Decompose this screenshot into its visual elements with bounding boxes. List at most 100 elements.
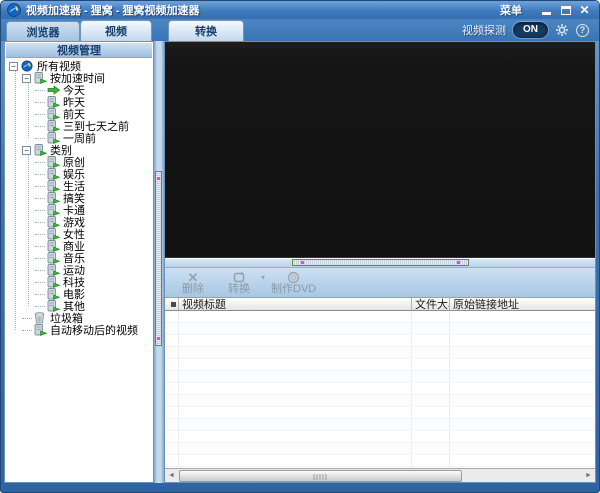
table-cell xyxy=(165,371,179,382)
scrollbar-track[interactable] xyxy=(178,470,582,482)
expander-minus-icon[interactable]: − xyxy=(22,146,31,155)
scroll-right-arrow-icon[interactable]: ► xyxy=(582,470,595,482)
table-row xyxy=(165,371,595,383)
scroll-left-arrow-icon[interactable]: ◄ xyxy=(165,470,178,482)
table-cell xyxy=(179,359,412,370)
convert-button[interactable]: 转换 xyxy=(219,268,259,297)
tab-browser[interactable]: 浏览器 xyxy=(6,21,80,41)
table-cell xyxy=(412,323,450,334)
tab-convert[interactable]: 转换 xyxy=(168,20,244,41)
tree-connector xyxy=(35,270,45,271)
tree-connector xyxy=(35,246,45,247)
sidebar-panel: 视频管理 −所有视频−按加速时间今天昨天前天三到七天之前一周前−类别原创娱乐生活… xyxy=(4,41,154,483)
tree-connector xyxy=(22,318,32,319)
scrollbar-thumb[interactable] xyxy=(179,470,462,482)
tree-item-label: 自动移动后的视频 xyxy=(48,322,138,338)
logo-icon xyxy=(21,60,35,72)
menu-button[interactable]: 菜单 xyxy=(500,2,522,18)
table-cell xyxy=(165,347,179,358)
tree-connector xyxy=(35,90,45,91)
table-cell xyxy=(450,323,595,334)
table-row xyxy=(165,359,595,371)
table-cell xyxy=(165,431,179,442)
table-cell xyxy=(165,395,179,406)
table-cell xyxy=(412,455,450,466)
table-row xyxy=(165,347,595,359)
maximize-button[interactable] xyxy=(557,3,574,17)
table-row xyxy=(165,443,595,455)
column-file-size[interactable]: 文件大小 xyxy=(412,298,450,310)
tab-video[interactable]: 视频 xyxy=(80,20,152,41)
table-cell xyxy=(165,383,179,394)
drive-icon xyxy=(47,180,61,192)
video-table-header: 视频标题 文件大小 原始链接地址 xyxy=(165,298,595,311)
tree-connector xyxy=(35,198,45,199)
make-dvd-label: 制作DVD xyxy=(271,284,316,295)
horizontal-splitter-handle[interactable] xyxy=(292,259,469,266)
tree-connector xyxy=(35,222,45,223)
table-cell xyxy=(165,359,179,370)
splitter-dot xyxy=(157,177,160,180)
table-cell xyxy=(179,419,412,430)
expander-minus-icon[interactable]: − xyxy=(22,74,31,83)
video-table-body xyxy=(165,311,595,468)
close-button[interactable]: ✕ xyxy=(576,3,593,17)
table-cell xyxy=(450,347,595,358)
gear-icon[interactable] xyxy=(555,23,569,37)
drive-icon xyxy=(47,252,61,264)
trash-icon xyxy=(34,312,48,324)
table-cell xyxy=(412,347,450,358)
make-dvd-button[interactable]: 制作DVD xyxy=(271,268,316,297)
table-cell xyxy=(450,335,595,346)
column-source-url[interactable]: 原始链接地址 xyxy=(450,298,595,310)
table-cell xyxy=(450,419,595,430)
table-cell xyxy=(412,419,450,430)
table-row xyxy=(165,383,595,395)
tree-connector xyxy=(35,102,45,103)
horizontal-divider xyxy=(165,259,595,267)
vertical-splitter-handle[interactable] xyxy=(155,171,162,346)
video-preview-area xyxy=(165,42,595,258)
expander-minus-icon[interactable]: − xyxy=(9,62,18,71)
table-row xyxy=(165,431,595,443)
table-row xyxy=(165,323,595,335)
table-cell xyxy=(179,407,412,418)
table-cell xyxy=(179,347,412,358)
delete-x-icon: ✕ xyxy=(188,270,199,284)
column-video-title[interactable]: 视频标题 xyxy=(179,298,412,310)
splitter-dot xyxy=(301,261,304,264)
tree-connector xyxy=(35,174,45,175)
content-panel: ✕ 删除 转换 ▾ xyxy=(164,41,596,483)
drive-icon xyxy=(47,288,61,300)
tree-connector xyxy=(35,234,45,235)
window-title: 视频加速器 - 狸窝 - 狸窝视频加速器 xyxy=(26,2,200,18)
drive-icon xyxy=(47,216,61,228)
minimize-button[interactable] xyxy=(538,3,555,17)
drive-icon xyxy=(34,144,48,156)
table-row xyxy=(165,335,595,347)
tree-connector xyxy=(35,126,45,127)
drive-icon xyxy=(34,72,48,84)
tree-connector xyxy=(35,258,45,259)
help-icon[interactable]: ? xyxy=(576,24,589,37)
tab-strip: 浏览器 视频 转换 视频探测 ON ? xyxy=(1,19,599,41)
tree-connector xyxy=(35,282,45,283)
row-marker-header[interactable] xyxy=(165,298,179,310)
drive-icon xyxy=(47,168,61,180)
marker-square-icon xyxy=(171,302,176,307)
table-cell xyxy=(412,431,450,442)
table-row xyxy=(165,311,595,323)
table-row xyxy=(165,395,595,407)
drive-icon xyxy=(47,240,61,252)
video-detection-label: 视频探测 xyxy=(462,22,506,38)
horizontal-scrollbar[interactable]: ◄ ► xyxy=(165,468,595,482)
table-row xyxy=(165,419,595,431)
drive-icon xyxy=(47,228,61,240)
convert-label: 转换 xyxy=(228,284,250,295)
delete-button[interactable]: ✕ 删除 xyxy=(173,268,213,297)
convert-dropdown-caret-icon[interactable]: ▾ xyxy=(261,273,265,282)
video-detection-toggle[interactable]: ON xyxy=(513,22,548,38)
table-cell xyxy=(165,419,179,430)
tree-item-22[interactable]: 自动移动后的视频 xyxy=(5,324,153,336)
tree-item-6[interactable]: 一周前 xyxy=(5,132,153,144)
